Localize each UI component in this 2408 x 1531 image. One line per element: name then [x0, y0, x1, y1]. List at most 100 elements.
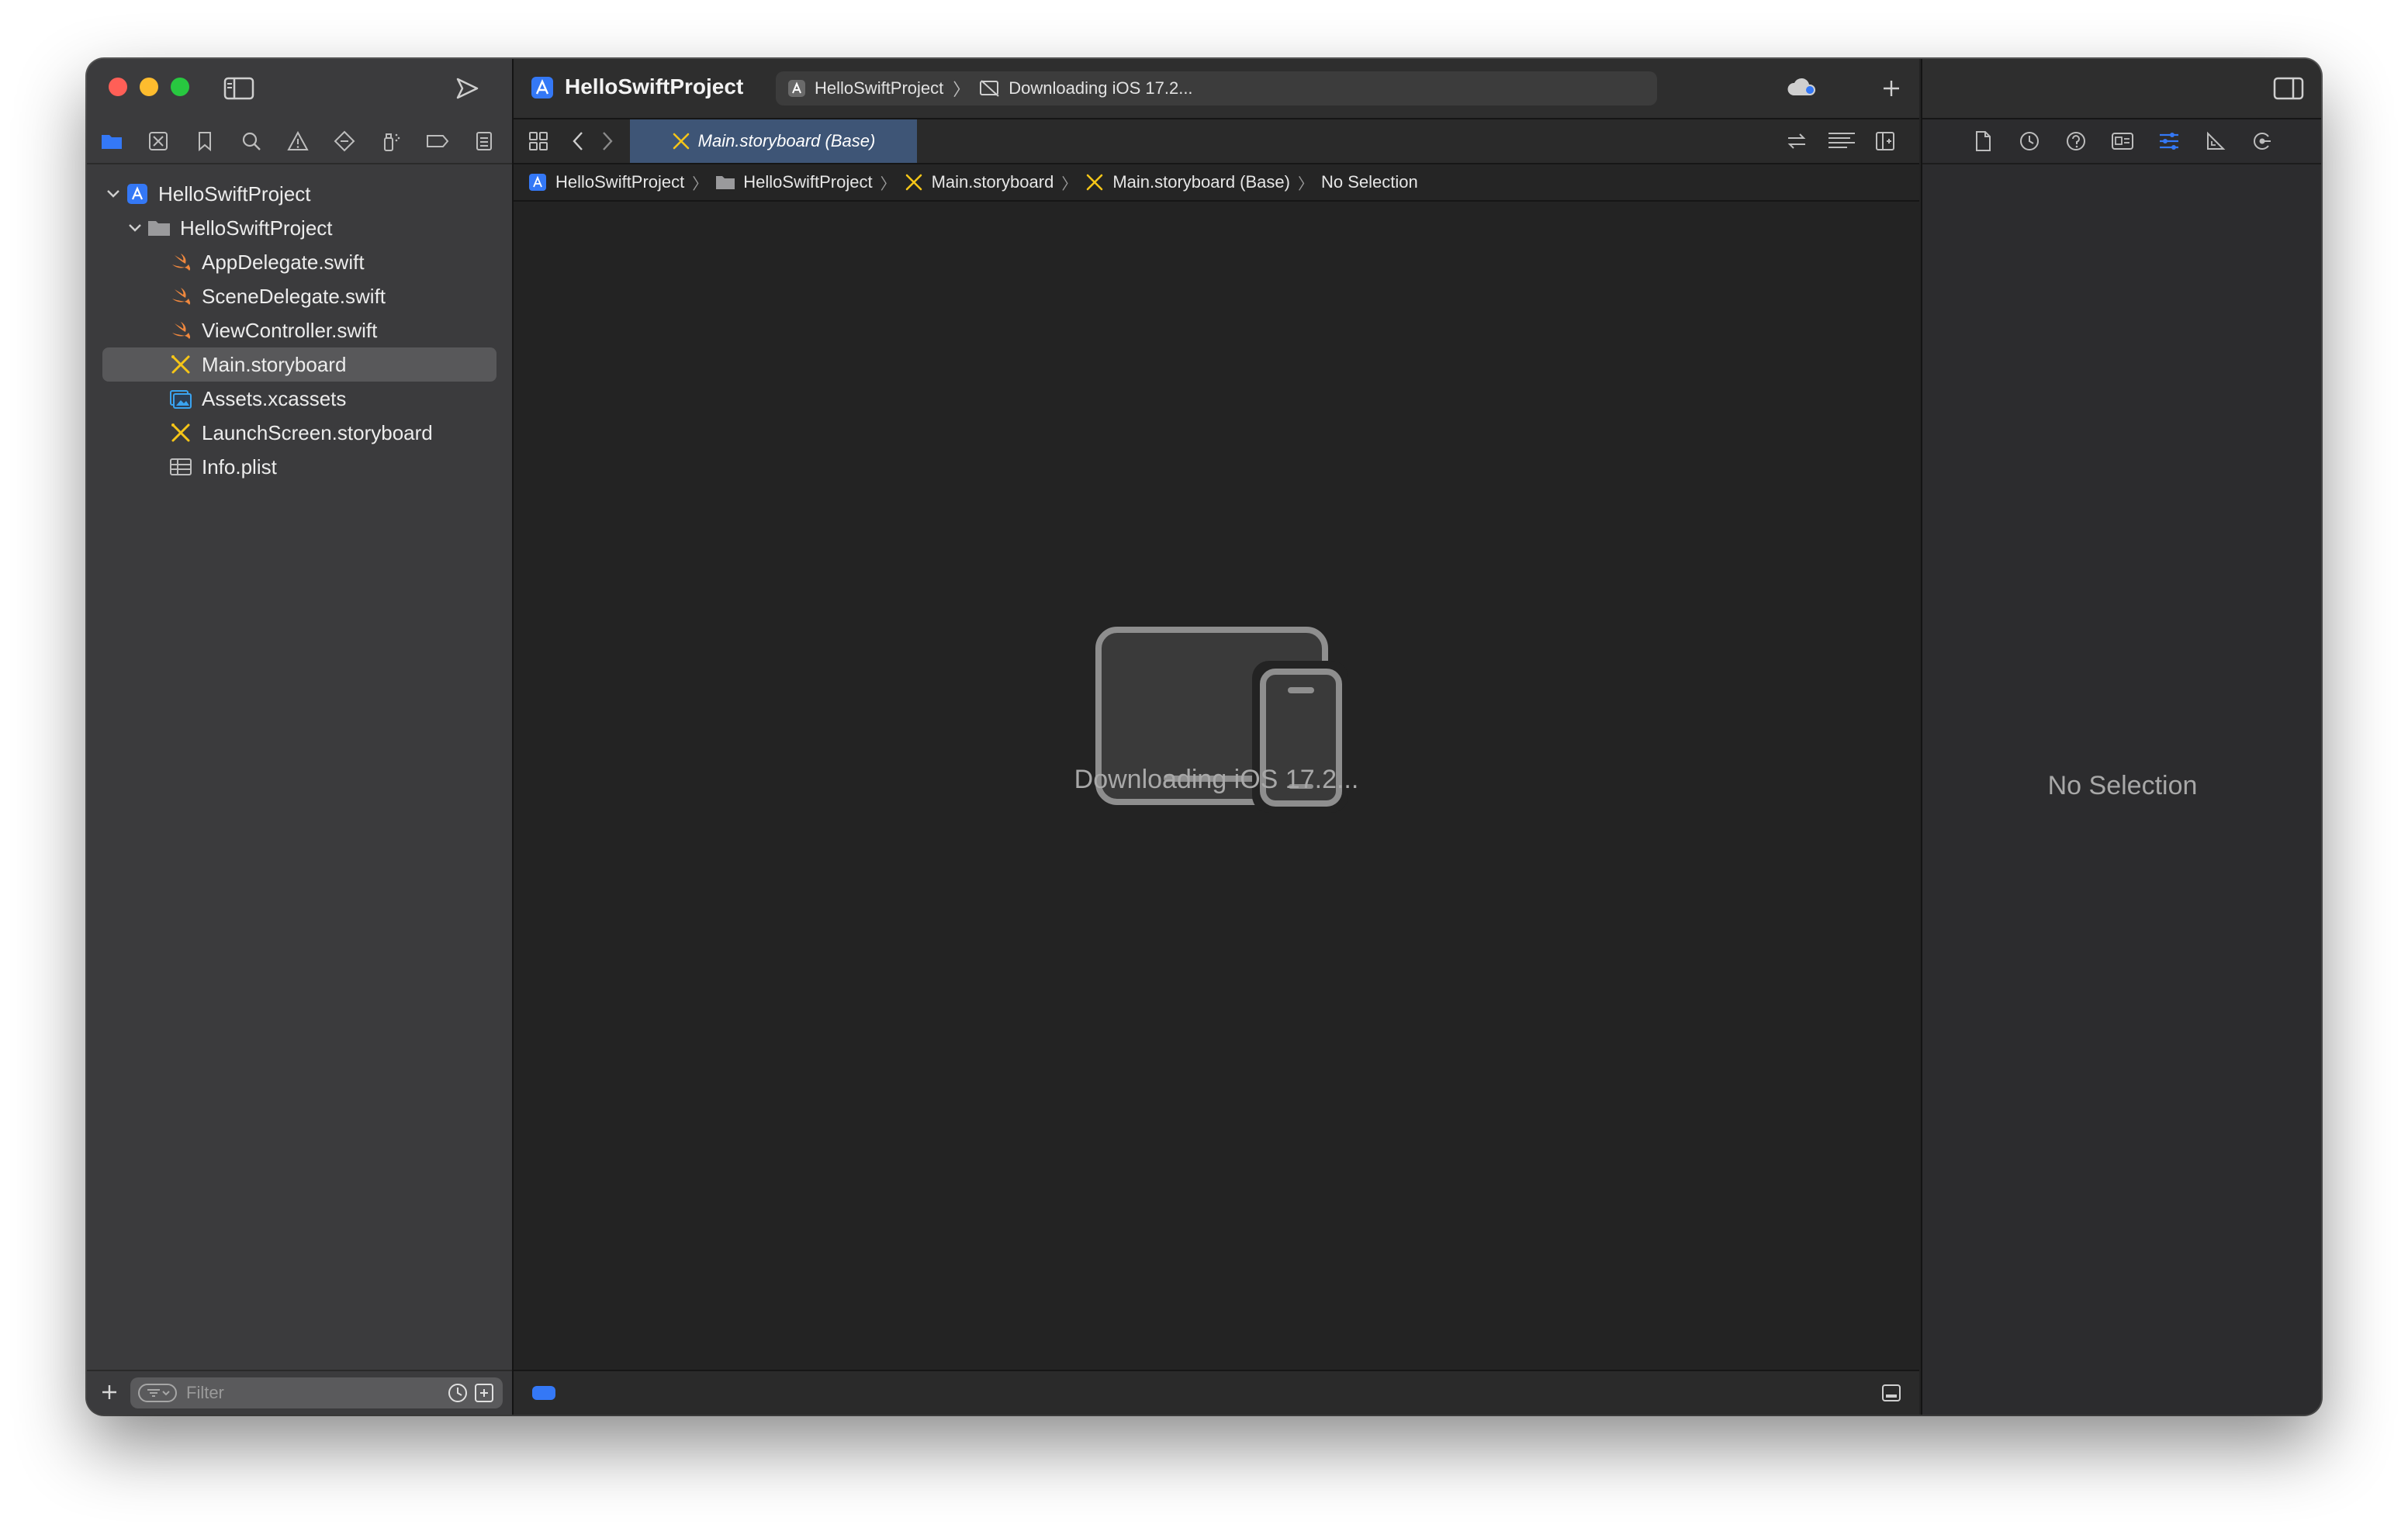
app-target-icon — [788, 80, 805, 97]
tab-identity-inspector[interactable] — [2109, 127, 2136, 155]
add-file-button[interactable] — [98, 1381, 121, 1404]
tree-item-label: AppDelegate.swift — [202, 250, 365, 274]
swift-file-icon — [168, 317, 194, 344]
sliders-icon — [2160, 133, 2178, 150]
chevron-right-icon: 〉 — [692, 175, 708, 193]
plus-icon — [102, 1385, 116, 1399]
run-button[interactable] — [452, 73, 483, 104]
help-icon — [2067, 132, 2085, 150]
tab-source-control[interactable] — [144, 127, 172, 155]
jumpbar-label: HelloSwiftProject — [743, 172, 873, 192]
tree-item-file-selected[interactable]: Main.storyboard — [102, 347, 496, 382]
tab-reports[interactable] — [470, 127, 498, 155]
arrows-swap-icon — [1787, 133, 1806, 149]
tree-item-file[interactable]: ViewController.swift — [102, 313, 496, 347]
chevron-down-icon[interactable] — [102, 183, 124, 205]
tab-tests[interactable] — [330, 127, 358, 155]
navigate-back-button[interactable] — [566, 127, 590, 155]
chevron-right-icon — [603, 132, 613, 150]
project-icon — [528, 172, 548, 192]
chevron-right-icon: 〉 — [1297, 175, 1313, 193]
related-items-button[interactable] — [524, 127, 552, 155]
tree-item-file[interactable]: Assets.xcassets — [102, 382, 496, 416]
source-control-filter-icon[interactable] — [473, 1382, 495, 1404]
jumpbar-label: Main.storyboard — [931, 172, 1054, 192]
code-review-button[interactable] — [1781, 127, 1812, 155]
zoom-window-button[interactable] — [171, 78, 189, 96]
tab-quick-help[interactable] — [2062, 127, 2090, 155]
toolbar: HelloSwiftProject HelloSwiftProject 〉 Do… — [514, 59, 1919, 119]
chevron-right-icon: 〉 — [953, 80, 970, 99]
minimize-window-button[interactable] — [140, 78, 158, 96]
tab-bookmarks[interactable] — [191, 127, 219, 155]
device-configuration-button[interactable] — [531, 1384, 557, 1402]
tab-attributes-inspector[interactable] — [2155, 127, 2183, 155]
editor-options-button[interactable] — [1825, 127, 1859, 155]
tab-main-storyboard[interactable]: Main.storyboard (Base) — [630, 119, 917, 163]
tree-item-group[interactable]: HelloSwiftProject — [102, 211, 496, 245]
tree-item-file[interactable]: AppDelegate.swift — [102, 245, 496, 279]
cloud-status-button[interactable] — [1784, 73, 1820, 104]
breakpoint-icon — [427, 135, 449, 147]
inspector-toolbar — [1922, 59, 2321, 119]
tree-item-label: HelloSwiftProject — [180, 216, 333, 240]
jumpbar-item-selection[interactable]: No Selection — [1321, 172, 1418, 192]
destination-selector[interactable]: Downloading iOS 17.2... — [979, 78, 1193, 98]
tab-connections-inspector[interactable] — [2248, 127, 2276, 155]
add-library-button[interactable] — [1876, 73, 1907, 104]
jumpbar-item-file[interactable]: Main.storyboard — [904, 172, 1054, 192]
play-icon — [456, 78, 479, 99]
clock-icon — [2020, 132, 2039, 150]
navigator-filter-bar: Filter — [87, 1370, 512, 1415]
editor-tab-bar: Main.storyboard (Base) — [514, 119, 1919, 164]
jumpbar-item-project[interactable]: HelloSwiftProject — [528, 172, 684, 192]
filter-input[interactable]: Filter — [130, 1377, 503, 1408]
tree-item-label: ViewController.swift — [202, 318, 378, 342]
tab-issues[interactable] — [284, 127, 312, 155]
jumpbar-label: Main.storyboard (Base) — [1112, 172, 1290, 192]
test-diamond-icon — [334, 130, 355, 152]
toggle-inspector-button[interactable] — [2271, 74, 2306, 102]
jumpbar-item-group[interactable]: HelloSwiftProject — [715, 172, 873, 192]
ruler-icon — [2207, 131, 2226, 150]
project-icon — [531, 77, 553, 98]
tab-history-inspector[interactable] — [2015, 127, 2043, 155]
tree-item-file[interactable]: SceneDelegate.swift — [102, 279, 496, 313]
storyboard-icon — [168, 420, 194, 446]
tree-item-project[interactable]: HelloSwiftProject — [102, 177, 496, 211]
split-editor-icon — [1876, 132, 1894, 150]
chevron-down-icon[interactable] — [124, 217, 146, 239]
toggle-navigator-button[interactable] — [222, 74, 256, 102]
recent-files-icon[interactable] — [447, 1382, 469, 1404]
swift-file-icon — [168, 283, 194, 309]
inspector-panel: No Selection — [1921, 59, 2321, 1415]
window-controls — [109, 78, 189, 96]
folder-icon — [146, 215, 172, 241]
toggle-debug-area-button[interactable] — [1879, 1381, 1904, 1405]
tab-size-inspector[interactable] — [2202, 127, 2230, 155]
folder-icon — [715, 172, 735, 192]
inspector-empty-message: No Selection — [2047, 771, 2198, 800]
plist-icon — [168, 454, 194, 480]
tree-item-file[interactable]: Info.plist — [102, 450, 496, 484]
tab-project-navigator[interactable] — [98, 127, 126, 155]
close-window-button[interactable] — [109, 78, 127, 96]
jumpbar-item-localization[interactable]: Main.storyboard (Base) — [1085, 172, 1290, 192]
navigate-forward-button[interactable] — [596, 127, 619, 155]
canvas-bottom-bar — [514, 1370, 1919, 1415]
tab-file-inspector[interactable] — [1969, 127, 1997, 155]
tab-debug[interactable] — [377, 127, 405, 155]
tree-item-file[interactable]: LaunchScreen.storyboard — [102, 416, 496, 450]
right-sidebar-icon — [2273, 77, 2304, 100]
tab-find[interactable] — [237, 127, 265, 155]
activity-viewer: HelloSwiftProject 〉 Downloading iOS 17.2… — [776, 71, 1657, 105]
scheme-selector[interactable]: HelloSwiftProject — [787, 78, 943, 98]
navigator-tabs — [87, 119, 512, 164]
add-editor-button[interactable] — [1870, 127, 1901, 155]
tab-breakpoints[interactable] — [424, 127, 452, 155]
swift-file-icon — [168, 249, 194, 275]
storyboard-icon — [1085, 172, 1105, 192]
search-icon — [242, 132, 261, 150]
device-config-icon — [532, 1386, 555, 1400]
project-icon — [124, 181, 150, 207]
